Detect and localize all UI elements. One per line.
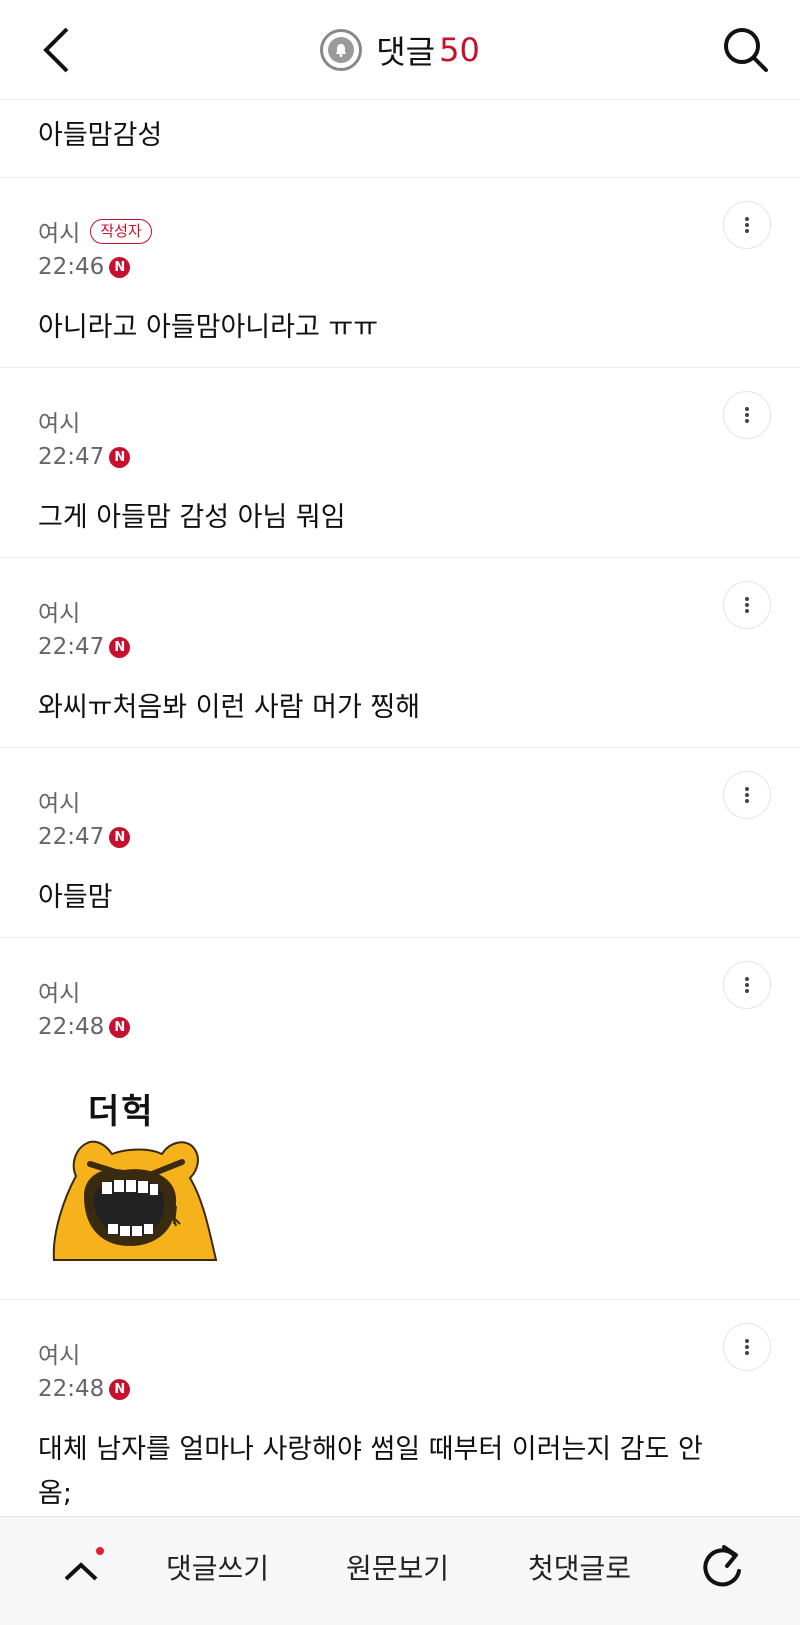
new-badge: N [109,256,131,278]
first-comment-button[interactable]: 첫댓글로 [528,1547,631,1587]
comment-text: 대체 남자를 얼마나 사랑해야 썸일 때부터 이러는지 감도 안 옴; [38,1434,703,1509]
comment-time: 22:48 [38,1376,105,1402]
comment-item: 여시 22:48 N 대체 남자를 얼마나 사랑해야 썸일 때부터 이러는지 감… [0,1300,800,1540]
comment-text: 그게 아들맘 감성 아님 뭐임 [38,502,346,533]
comment-item: 여시 작성자 22:46 N 아니라고 아들맘아니라고 ㅠㅠ [0,178,800,368]
comment-count: 50 [439,30,480,69]
roaring-character-icon [52,1140,218,1261]
more-options-button[interactable] [723,771,771,819]
bottom-toolbar: 댓글쓰기 원문보기 첫댓글로 [0,1516,800,1625]
header-title: 댓글 50 [0,0,800,99]
top-header: 댓글 50 [0,0,800,100]
author-badge: 작성자 [90,218,152,244]
more-vertical-icon [745,785,749,805]
refresh-button[interactable] [700,1541,744,1597]
view-original-button[interactable]: 원문보기 [346,1547,449,1587]
notification-dot [96,1547,104,1555]
new-badge: N [109,636,131,658]
write-comment-button[interactable]: 댓글쓰기 [166,1547,269,1587]
bell-icon[interactable] [320,28,363,71]
comment-text: 와씨ㅠ처음봐 이런 사람 머가 찡해 [38,692,421,723]
comment-text: 아들맘감성 [38,120,163,151]
sticker-image: 더헉 [50,1084,220,1264]
more-vertical-icon [745,215,749,235]
comment-item: 여시 22:47 N 아들맘 [0,748,800,938]
more-options-button[interactable] [723,1323,771,1371]
comment-time: 22:47 [38,824,105,850]
more-options-button[interactable] [723,581,771,629]
comment-item: 여시 22:48 N 더헉 [0,938,800,1300]
comment-list: 아들맘감성 여시 작성자 22:46 N 아니라고 아들맘아니라고 ㅠㅠ 여시 … [0,99,800,1540]
new-badge: N [109,1378,131,1400]
more-options-button[interactable] [723,961,771,1009]
comment-time: 22:48 [38,1014,105,1040]
new-badge: N [109,1016,131,1038]
more-vertical-icon [745,1337,749,1357]
new-badge: N [109,446,131,468]
list-item: 아들맘감성 [0,99,800,178]
page-title: 댓글 [376,32,436,71]
more-options-button[interactable] [723,391,771,439]
search-button[interactable] [718,22,774,78]
comment-text: 아니라고 아들맘아니라고 ㅠㅠ [38,312,379,343]
more-vertical-icon [745,975,749,995]
search-icon [724,28,768,72]
more-vertical-icon [745,595,749,615]
comment-time: 22:46 [38,254,105,280]
more-vertical-icon [745,405,749,425]
comment-author: 여시 [38,221,81,247]
comment-item: 여시 22:47 N 그게 아들맘 감성 아님 뭐임 [0,368,800,558]
comment-time: 22:47 [38,634,105,660]
comment-time: 22:47 [38,444,105,470]
comment-author: 여시 [38,791,81,817]
comment-text: 아들맘 [38,882,113,913]
comment-author: 여시 [38,1343,81,1369]
comment-author: 여시 [38,601,81,627]
comment-item: 여시 22:47 N 와씨ㅠ처음봐 이런 사람 머가 찡해 [0,558,800,748]
refresh-icon [703,1545,741,1587]
more-options-button[interactable] [723,201,771,249]
sticker-text: 더헉 [88,1092,155,1132]
comment-author: 여시 [38,411,81,437]
new-badge: N [109,826,131,848]
comment-author: 여시 [38,981,81,1007]
